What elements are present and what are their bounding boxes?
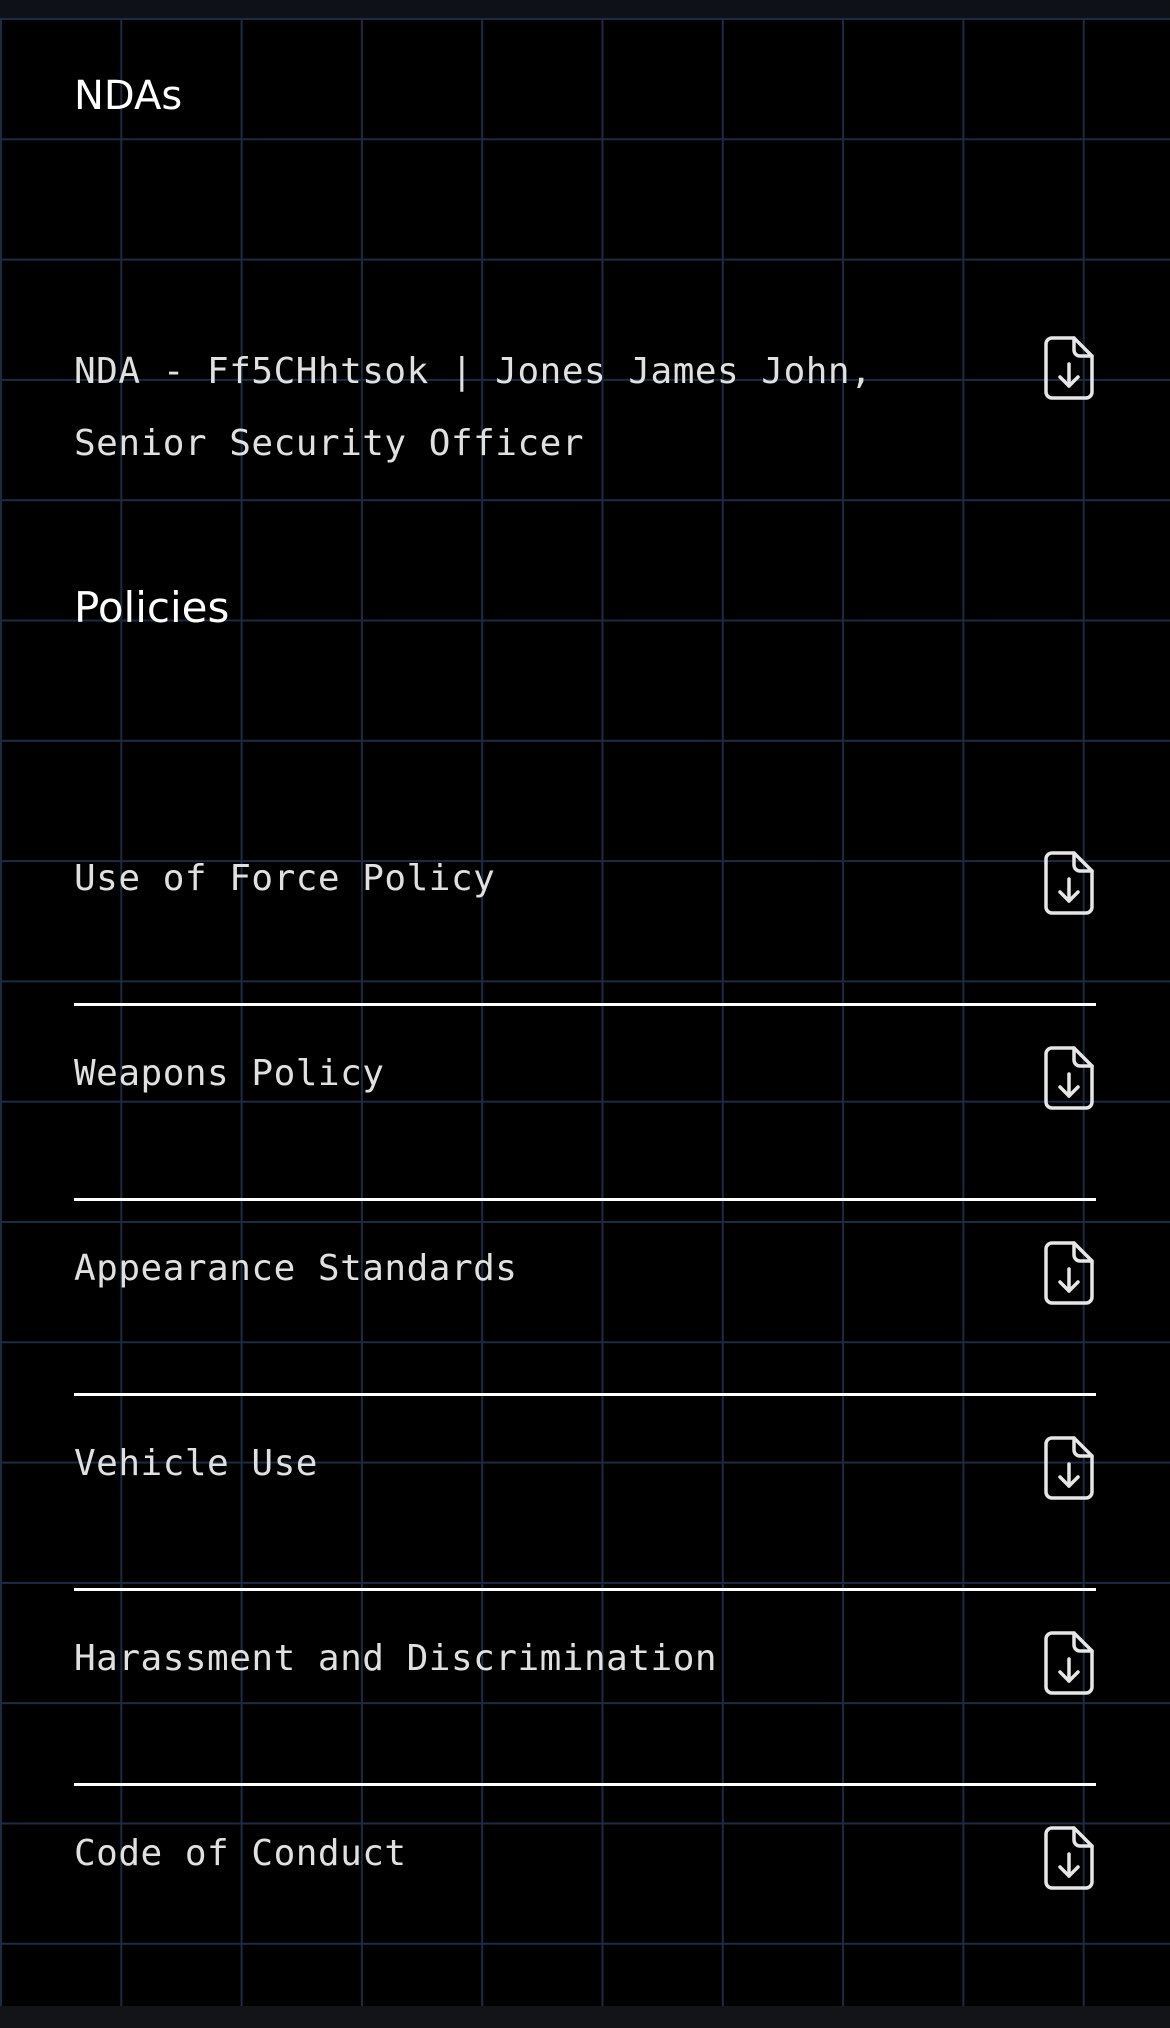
file-download-icon[interactable]	[1042, 1046, 1096, 1110]
policy-item-label: Weapons Policy	[74, 1053, 385, 1094]
file-download-icon[interactable]	[1042, 336, 1096, 400]
nda-document-row[interactable]: NDA - Ff5CHhtsok | Jones James John, Sen…	[74, 328, 1096, 478]
policy-item-appearance-standards[interactable]: Appearance Standards	[74, 1201, 1096, 1396]
file-download-icon[interactable]	[1042, 1826, 1096, 1890]
documents-page: NDAs NDA - Ff5CHhtsok | Jones James John…	[0, 18, 1170, 2006]
policy-item-label: Vehicle Use	[74, 1443, 318, 1484]
nda-document-title-line1: NDA - Ff5CHhtsok | Jones James John,	[74, 351, 873, 392]
policy-item-harassment-discrimination[interactable]: Harassment and Discrimination	[74, 1591, 1096, 1786]
file-download-icon[interactable]	[1042, 1436, 1096, 1500]
policy-item-label: Harassment and Discrimination	[74, 1638, 718, 1679]
policies-list: Use of Force Policy Weapons Policy Appea…	[74, 811, 1096, 1981]
nda-section-title: NDAs	[74, 73, 183, 119]
file-download-icon[interactable]	[1042, 851, 1096, 915]
policy-item-weapons[interactable]: Weapons Policy	[74, 1006, 1096, 1201]
policy-item-label: Use of Force Policy	[74, 858, 496, 899]
bottom-strip	[0, 2006, 1170, 2028]
file-download-icon[interactable]	[1042, 1241, 1096, 1305]
nda-document-title-line2: Senior Security Officer	[74, 423, 584, 464]
top-status-strip	[0, 0, 1170, 18]
nda-document-title: NDA - Ff5CHhtsok | Jones James John, Sen…	[74, 336, 934, 480]
policy-item-use-of-force[interactable]: Use of Force Policy	[74, 811, 1096, 1006]
file-download-icon[interactable]	[1042, 1631, 1096, 1695]
policy-item-label: Appearance Standards	[74, 1248, 518, 1289]
policy-item-code-of-conduct[interactable]: Code of Conduct	[74, 1786, 1096, 1981]
policy-item-vehicle-use[interactable]: Vehicle Use	[74, 1396, 1096, 1591]
policies-section-title: Policies	[74, 583, 230, 632]
policy-item-label: Code of Conduct	[74, 1833, 407, 1874]
